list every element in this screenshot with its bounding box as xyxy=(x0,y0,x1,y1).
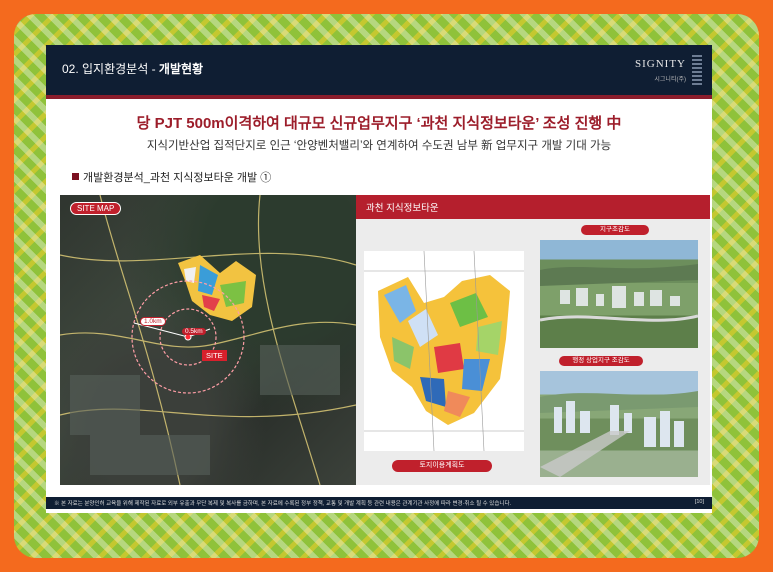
plan-caption: 토지이용계획도 xyxy=(392,460,492,472)
bullet-square-icon xyxy=(72,173,79,180)
land-use-plan-graphic xyxy=(364,250,524,452)
logo-icon xyxy=(692,55,702,85)
photo1-caption: 지구조감도 xyxy=(581,225,649,235)
district-aerial-photo xyxy=(540,240,698,348)
page-number: [10] xyxy=(694,499,704,505)
commercial-aerial-photo xyxy=(540,371,698,477)
section-label-text: 개발환경분석_과천 지식정보타운 개발 ① xyxy=(83,172,272,184)
section-title-main: 개발현황 xyxy=(158,62,204,76)
section-title-prefix: 02. 입지환경분석 - xyxy=(62,62,159,76)
site-map-graphic xyxy=(60,195,356,485)
section-title: 02. 입지환경분석 - 개발현황 xyxy=(62,60,203,77)
logo-text: SIGNITY xyxy=(635,58,686,70)
map-urban-areas xyxy=(70,345,340,475)
header-divider xyxy=(46,95,712,99)
footer-note: ※ 본 자료는 분양인허 교육을 위해 제작된 자료로 외부 유출과 무단 복제… xyxy=(54,501,512,507)
ring-inner-label: 0.5km xyxy=(182,328,206,335)
site-label: SITE xyxy=(202,350,227,361)
land-use-plan xyxy=(364,250,524,452)
slide-header: 02. 입지환경분석 - 개발현황 SIGNITY 시그니티(주) xyxy=(46,45,712,95)
district-aerial-graphic xyxy=(540,264,698,322)
panel-title: 과천 지식정보타운 xyxy=(366,203,439,214)
panel-header: 과천 지식정보타운 xyxy=(356,195,710,219)
site-map-badge: SITE MAP xyxy=(70,202,122,215)
site-map: SITE MAP 1.0km 0.5km SITE xyxy=(60,195,356,485)
footer-bar: ※ 본 자료는 분양인허 교육을 위해 제작된 자료로 외부 유출과 무단 복제… xyxy=(46,497,712,509)
development-zone xyxy=(178,255,256,321)
subheadline: 지식기반산업 집적단지로 인근 ‘안양벤처밸리’와 연계하여 수도권 남부 新 … xyxy=(146,140,612,152)
development-panel: 과천 지식정보타운 토지이용계획도 지구조감도 행정 상업지구 조감도 xyxy=(356,195,710,485)
headline: 당 PJT 500m이격하여 대규모 신규업무지구 ‘과천 지식정보타운’ 조성… xyxy=(136,115,622,132)
ring-outer-label: 1.0km xyxy=(140,317,166,326)
photo2-caption: 행정 상업지구 조감도 xyxy=(559,356,643,366)
logo-subtext: 시그니티(주) xyxy=(654,77,686,83)
section-label: 개발환경분석_과천 지식정보타운 개발 ① xyxy=(72,169,271,185)
commercial-aerial-graphic xyxy=(540,391,698,477)
slide: 02. 입지환경분석 - 개발현황 SIGNITY 시그니티(주) 당 PJT … xyxy=(46,45,712,513)
